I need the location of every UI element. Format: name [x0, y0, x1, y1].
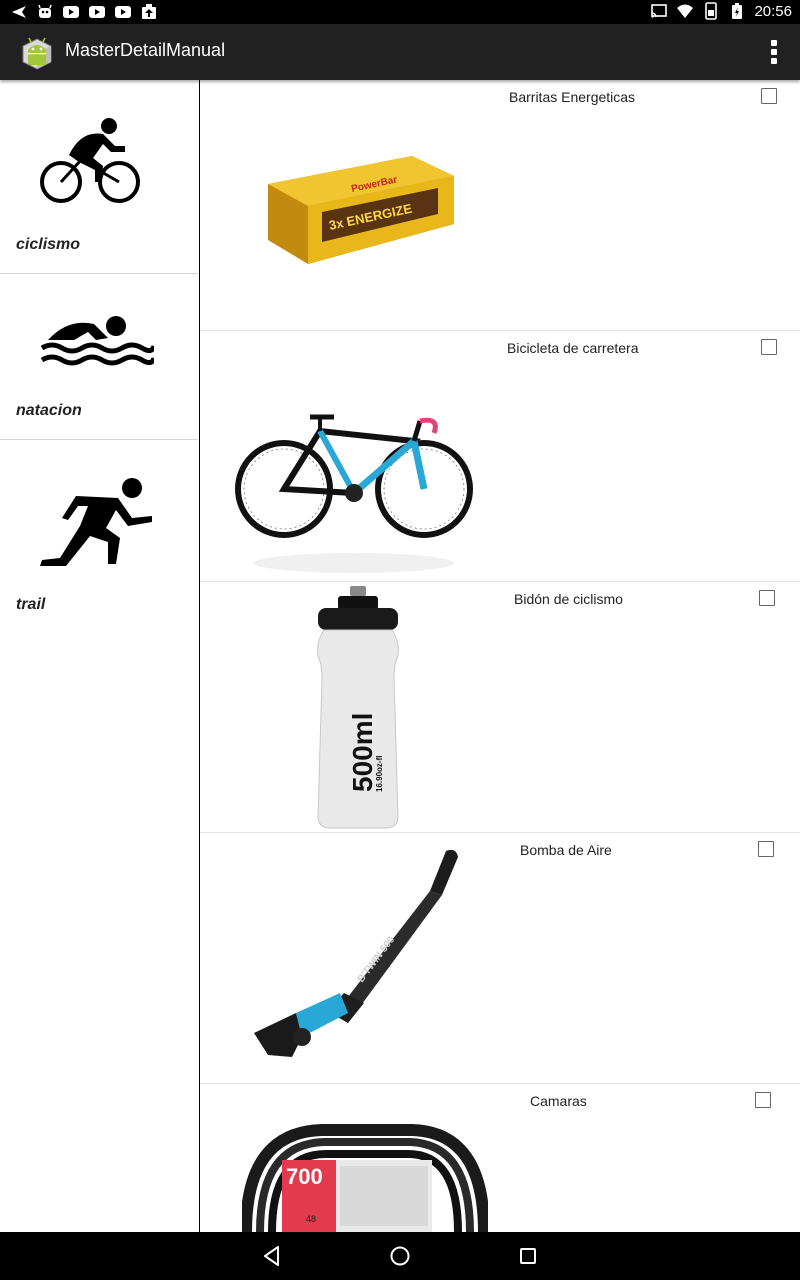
product-title: Bomba de Aire — [520, 842, 612, 858]
category-label: ciclismo — [16, 236, 81, 253]
label-text: 700 — [286, 1164, 323, 1189]
bottle-subtext: 16.90oz-fl — [375, 756, 384, 792]
wifi-icon — [677, 4, 694, 18]
action-bar: MasterDetailManual — [0, 24, 800, 80]
category-label: natacion — [16, 402, 82, 419]
product-title: Barritas Energeticas — [509, 89, 636, 105]
category-list: ciclismo natacion trail — [0, 80, 199, 1232]
product-title: Bicicleta de carretera — [507, 340, 639, 356]
youtube-icon — [63, 6, 79, 18]
list-item[interactable]: Bicicleta de carretera B'TWIN — [200, 331, 800, 582]
status-bar: 20:56 — [0, 0, 800, 24]
overflow-menu-icon[interactable] — [770, 40, 778, 64]
product-list: Barritas Energeticas 3x ENERGIZE PowerBa… — [200, 80, 800, 1232]
youtube-icon — [115, 6, 131, 18]
label-subtext: 48 — [306, 1214, 316, 1224]
youtube-icon — [89, 6, 105, 18]
swimmer-icon — [40, 316, 154, 366]
back-arrow-icon — [12, 6, 26, 18]
list-item[interactable]: Barritas Energeticas 3x ENERGIZE PowerBa… — [200, 80, 800, 331]
clock: 20:56 — [754, 2, 792, 20]
road-bicycle-image: B'TWIN — [235, 414, 473, 573]
category-item-natacion[interactable]: natacion — [0, 274, 198, 440]
list-item[interactable]: Bomba de Aire B'TWIN 500 — [200, 833, 800, 1084]
cyclist-icon — [40, 118, 140, 203]
bottle-text: 500ml — [347, 713, 378, 792]
battery-icon — [732, 3, 743, 19]
nav-home-icon[interactable] — [388, 1244, 412, 1268]
inner-tube-image: 700 48 — [242, 1124, 488, 1232]
category-item-trail[interactable]: trail — [0, 440, 198, 640]
android-app-icon[interactable] — [17, 32, 57, 72]
nav-back-icon[interactable] — [260, 1244, 284, 1268]
upload-icon — [142, 4, 156, 19]
product-checkbox[interactable] — [761, 88, 777, 104]
list-item[interactable]: Camaras 700 48 — [200, 1084, 800, 1232]
product-title: Bidón de ciclismo — [514, 591, 623, 607]
app-title: MasterDetailManual — [65, 40, 226, 60]
nav-recents-icon[interactable] — [516, 1244, 540, 1268]
android-notification-icon — [38, 4, 52, 18]
phone-icon — [705, 2, 718, 20]
water-bottle-image: 500ml 16.90oz-fl — [317, 586, 399, 829]
navigation-bar — [0, 1232, 800, 1280]
product-checkbox[interactable] — [761, 339, 777, 355]
product-checkbox[interactable] — [758, 841, 774, 857]
product-checkbox[interactable] — [755, 1092, 771, 1108]
air-pump-image: B'TWIN 500 — [254, 849, 458, 1057]
energy-bar-box-image: 3x ENERGIZE PowerBar — [268, 156, 454, 264]
list-item[interactable]: Bidón de ciclismo 500ml 16.90oz-fl — [200, 582, 800, 833]
product-title: Camaras — [530, 1093, 587, 1109]
category-item-ciclismo[interactable]: ciclismo — [0, 80, 198, 274]
runner-icon — [40, 478, 152, 566]
cast-icon — [651, 4, 668, 18]
category-label: trail — [16, 596, 46, 613]
product-checkbox[interactable] — [759, 590, 775, 606]
